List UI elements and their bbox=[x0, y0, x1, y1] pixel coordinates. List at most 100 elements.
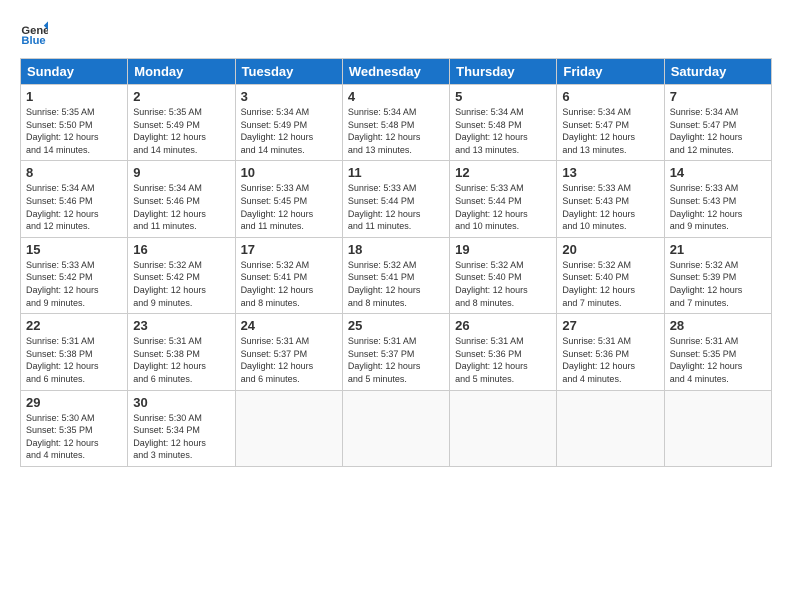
day-info: Sunrise: 5:34 AM Sunset: 5:46 PM Dayligh… bbox=[133, 182, 229, 232]
calendar-week-row: 1 Sunrise: 5:35 AM Sunset: 5:50 PM Daylig… bbox=[21, 85, 772, 161]
day-number: 23 bbox=[133, 318, 229, 333]
calendar-day-cell: 13Sunrise: 5:33 AM Sunset: 5:43 PM Dayli… bbox=[557, 161, 664, 237]
calendar-day-cell: 24 Sunrise: 5:31 AM Sunset: 5:37 PM Dayli… bbox=[235, 314, 342, 390]
day-info: Sunrise: 5:33 AM Sunset: 5:45 PM Dayligh… bbox=[241, 182, 337, 232]
calendar-day-cell: 11Sunrise: 5:33 AM Sunset: 5:44 PM Dayli… bbox=[342, 161, 449, 237]
day-number: 26 bbox=[455, 318, 551, 333]
day-info: Sunrise: 5:34 AM Sunset: 5:49 PM Dayligh… bbox=[241, 106, 337, 156]
day-info: Sunrise: 5:32 AM Sunset: 5:40 PM Dayligh… bbox=[455, 259, 551, 309]
calendar-day-cell: 16 Sunrise: 5:32 AM Sunset: 5:42 PM Dayli… bbox=[128, 237, 235, 313]
calendar-day-cell: 6 Sunrise: 5:34 AM Sunset: 5:47 PM Daylig… bbox=[557, 85, 664, 161]
weekday-header-monday: Monday bbox=[128, 59, 235, 85]
calendar-day-cell: 14 Sunrise: 5:33 AM Sunset: 5:43 PM Dayli… bbox=[664, 161, 771, 237]
day-info: Sunrise: 5:31 AM Sunset: 5:38 PM Dayligh… bbox=[133, 335, 229, 385]
day-info: Sunrise: 5:31 AM Sunset: 5:35 PM Dayligh… bbox=[670, 335, 766, 385]
weekday-header-wednesday: Wednesday bbox=[342, 59, 449, 85]
weekday-header-row: SundayMondayTuesdayWednesdayThursdayFrid… bbox=[21, 59, 772, 85]
day-number: 19 bbox=[455, 242, 551, 257]
day-number: 28 bbox=[670, 318, 766, 333]
day-info: Sunrise: 5:34 AM Sunset: 5:48 PM Dayligh… bbox=[455, 106, 551, 156]
calendar-day-cell: 28 Sunrise: 5:31 AM Sunset: 5:35 PM Dayli… bbox=[664, 314, 771, 390]
calendar-day-cell: 5 Sunrise: 5:34 AM Sunset: 5:48 PM Daylig… bbox=[450, 85, 557, 161]
day-info: Sunrise: 5:31 AM Sunset: 5:37 PM Dayligh… bbox=[348, 335, 444, 385]
day-number: 17 bbox=[241, 242, 337, 257]
day-number: 8 bbox=[26, 165, 122, 180]
day-number: 3 bbox=[241, 89, 337, 104]
day-info: Sunrise: 5:32 AM Sunset: 5:40 PM Dayligh… bbox=[562, 259, 658, 309]
day-number: 25 bbox=[348, 318, 444, 333]
day-info: Sunrise: 5:32 AM Sunset: 5:42 PM Dayligh… bbox=[133, 259, 229, 309]
calendar-day-cell: 21 Sunrise: 5:32 AM Sunset: 5:39 PM Dayli… bbox=[664, 237, 771, 313]
calendar-day-cell: 12 Sunrise: 5:33 AM Sunset: 5:44 PM Dayli… bbox=[450, 161, 557, 237]
weekday-header-sunday: Sunday bbox=[21, 59, 128, 85]
calendar-day-cell: 8 Sunrise: 5:34 AM Sunset: 5:46 PM Daylig… bbox=[21, 161, 128, 237]
logo-icon: General Blue bbox=[20, 20, 48, 48]
day-number: 1 bbox=[26, 89, 122, 104]
day-info: Sunrise: 5:31 AM Sunset: 5:36 PM Dayligh… bbox=[562, 335, 658, 385]
day-info: Sunrise: 5:31 AM Sunset: 5:37 PM Dayligh… bbox=[241, 335, 337, 385]
calendar-week-row: 22 Sunrise: 5:31 AM Sunset: 5:38 PM Dayli… bbox=[21, 314, 772, 390]
day-info: Sunrise: 5:34 AM Sunset: 5:46 PM Dayligh… bbox=[26, 182, 122, 232]
day-number: 14 bbox=[670, 165, 766, 180]
day-info: Sunrise: 5:33 AM Sunset: 5:43 PM Dayligh… bbox=[562, 182, 658, 232]
day-number: 10 bbox=[241, 165, 337, 180]
day-info: Sunrise: 5:30 AM Sunset: 5:34 PM Dayligh… bbox=[133, 412, 229, 462]
calendar-day-cell: 9 Sunrise: 5:34 AM Sunset: 5:46 PM Daylig… bbox=[128, 161, 235, 237]
calendar-day-cell: 1 Sunrise: 5:35 AM Sunset: 5:50 PM Daylig… bbox=[21, 85, 128, 161]
day-info: Sunrise: 5:34 AM Sunset: 5:48 PM Dayligh… bbox=[348, 106, 444, 156]
day-number: 4 bbox=[348, 89, 444, 104]
day-number: 5 bbox=[455, 89, 551, 104]
day-number: 27 bbox=[562, 318, 658, 333]
calendar-day-cell: 7 Sunrise: 5:34 AM Sunset: 5:47 PM Daylig… bbox=[664, 85, 771, 161]
calendar-day-cell: 26 Sunrise: 5:31 AM Sunset: 5:36 PM Dayli… bbox=[450, 314, 557, 390]
calendar-header: SundayMondayTuesdayWednesdayThursdayFrid… bbox=[21, 59, 772, 85]
calendar-day-cell bbox=[450, 390, 557, 466]
calendar-day-cell bbox=[235, 390, 342, 466]
calendar-day-cell: 2Sunrise: 5:35 AM Sunset: 5:49 PM Daylig… bbox=[128, 85, 235, 161]
calendar-day-cell: 17 Sunrise: 5:32 AM Sunset: 5:41 PM Dayli… bbox=[235, 237, 342, 313]
day-number: 20 bbox=[562, 242, 658, 257]
calendar-day-cell bbox=[557, 390, 664, 466]
day-info: Sunrise: 5:34 AM Sunset: 5:47 PM Dayligh… bbox=[562, 106, 658, 156]
day-number: 16 bbox=[133, 242, 229, 257]
day-info: Sunrise: 5:31 AM Sunset: 5:36 PM Dayligh… bbox=[455, 335, 551, 385]
day-info: Sunrise: 5:33 AM Sunset: 5:44 PM Dayligh… bbox=[348, 182, 444, 232]
day-number: 21 bbox=[670, 242, 766, 257]
day-number: 7 bbox=[670, 89, 766, 104]
day-info: Sunrise: 5:35 AM Sunset: 5:50 PM Dayligh… bbox=[26, 106, 122, 156]
day-number: 6 bbox=[562, 89, 658, 104]
day-number: 30 bbox=[133, 395, 229, 410]
calendar-body: 1 Sunrise: 5:35 AM Sunset: 5:50 PM Daylig… bbox=[21, 85, 772, 467]
day-info: Sunrise: 5:32 AM Sunset: 5:41 PM Dayligh… bbox=[241, 259, 337, 309]
calendar-day-cell: 27 Sunrise: 5:31 AM Sunset: 5:36 PM Dayli… bbox=[557, 314, 664, 390]
page-header: General Blue bbox=[20, 20, 772, 48]
day-info: Sunrise: 5:32 AM Sunset: 5:41 PM Dayligh… bbox=[348, 259, 444, 309]
calendar-day-cell bbox=[664, 390, 771, 466]
day-info: Sunrise: 5:33 AM Sunset: 5:43 PM Dayligh… bbox=[670, 182, 766, 232]
calendar-day-cell: 4 Sunrise: 5:34 AM Sunset: 5:48 PM Daylig… bbox=[342, 85, 449, 161]
day-number: 22 bbox=[26, 318, 122, 333]
day-number: 15 bbox=[26, 242, 122, 257]
day-info: Sunrise: 5:33 AM Sunset: 5:42 PM Dayligh… bbox=[26, 259, 122, 309]
calendar-day-cell: 15 Sunrise: 5:33 AM Sunset: 5:42 PM Dayli… bbox=[21, 237, 128, 313]
day-number: 24 bbox=[241, 318, 337, 333]
calendar-day-cell: 18Sunrise: 5:32 AM Sunset: 5:41 PM Dayli… bbox=[342, 237, 449, 313]
day-info: Sunrise: 5:34 AM Sunset: 5:47 PM Dayligh… bbox=[670, 106, 766, 156]
calendar-day-cell: 19 Sunrise: 5:32 AM Sunset: 5:40 PM Dayli… bbox=[450, 237, 557, 313]
day-number: 29 bbox=[26, 395, 122, 410]
day-number: 12 bbox=[455, 165, 551, 180]
day-info: Sunrise: 5:32 AM Sunset: 5:39 PM Dayligh… bbox=[670, 259, 766, 309]
day-info: Sunrise: 5:33 AM Sunset: 5:44 PM Dayligh… bbox=[455, 182, 551, 232]
day-info: Sunrise: 5:35 AM Sunset: 5:49 PM Dayligh… bbox=[133, 106, 229, 156]
calendar-day-cell: 25 Sunrise: 5:31 AM Sunset: 5:37 PM Dayli… bbox=[342, 314, 449, 390]
calendar-day-cell: 22Sunrise: 5:31 AM Sunset: 5:38 PM Dayli… bbox=[21, 314, 128, 390]
calendar-table: SundayMondayTuesdayWednesdayThursdayFrid… bbox=[20, 58, 772, 467]
calendar-day-cell: 23 Sunrise: 5:31 AM Sunset: 5:38 PM Dayli… bbox=[128, 314, 235, 390]
logo: General Blue bbox=[20, 20, 52, 48]
weekday-header-thursday: Thursday bbox=[450, 59, 557, 85]
calendar-day-cell: 30 Sunrise: 5:30 AM Sunset: 5:34 PM Dayli… bbox=[128, 390, 235, 466]
weekday-header-friday: Friday bbox=[557, 59, 664, 85]
day-number: 9 bbox=[133, 165, 229, 180]
calendar-day-cell bbox=[342, 390, 449, 466]
calendar-week-row: 15 Sunrise: 5:33 AM Sunset: 5:42 PM Dayli… bbox=[21, 237, 772, 313]
